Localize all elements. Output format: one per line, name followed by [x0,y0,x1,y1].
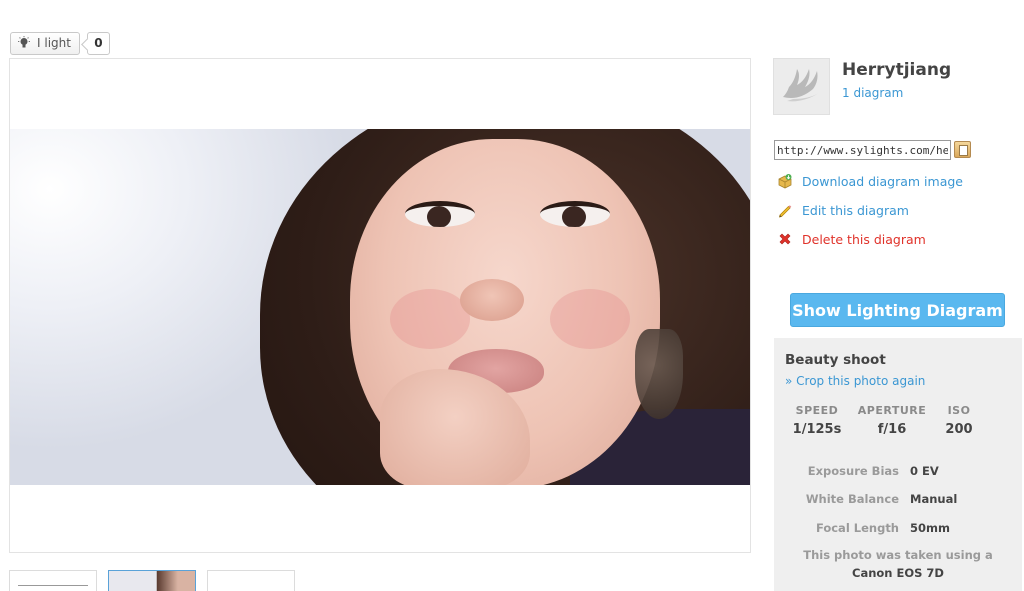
thumbnail-diagram[interactable] [9,570,97,591]
photo-info-panel: Beauty shoot » Crop this photo again SPE… [774,338,1022,591]
exif-value: 0 EV [910,464,939,478]
pencil-icon [776,201,794,219]
avatar[interactable] [773,58,830,115]
camera-note: This photo was taken using a [803,548,993,562]
download-box-icon [776,172,794,190]
delete-diagram-label: Delete this diagram [802,231,926,247]
like-label: I light [37,36,71,50]
speed-label: SPEED [795,404,839,417]
photo-nose [460,279,524,321]
avatar-wings-icon [782,68,819,101]
exif-row: Exposure Bias 0 EV [774,464,1022,480]
crop-photo-link[interactable]: » Crop this photo again [785,374,925,388]
aperture-value: f/16 [877,422,907,437]
like-widget: I light 0 [10,31,110,55]
camera-model: Canon EOS 7D [852,566,944,580]
photo-frame [9,58,751,553]
diagram-count-link[interactable]: 1 diagram [842,86,903,100]
photo-cheek [390,289,470,349]
thumbnail-photo-selected[interactable] [108,570,196,591]
photo-eye [540,201,610,227]
speed-value: 1/125s [792,422,842,437]
like-count: 0 [86,31,110,55]
download-diagram-label: Download diagram image [802,173,963,189]
delete-diagram-link[interactable]: Delete this diagram [776,229,926,249]
lightbulb-icon [18,36,30,48]
main-photo[interactable] [10,129,750,485]
exif-key: White Balance [805,492,899,506]
exif-row: Focal Length 50mm [774,521,1022,537]
iso-label: ISO [947,404,971,417]
edit-diagram-link[interactable]: Edit this diagram [776,200,909,220]
red-x-icon [776,230,794,248]
like-button[interactable]: I light [10,31,80,55]
user-name[interactable]: Herrytjiang [842,60,951,80]
edit-diagram-label: Edit this diagram [802,202,909,218]
aperture-label: APERTURE [857,404,927,417]
photo-eye [405,201,475,227]
thumbnail-empty[interactable] [207,570,295,591]
exif-key: Exposure Bias [807,464,899,478]
exif-key: Focal Length [815,521,899,535]
shoot-title: Beauty shoot [785,352,886,368]
exif-value: Manual [910,492,958,506]
show-lighting-diagram-button[interactable]: Show Lighting Diagram [790,293,1005,327]
exif-value: 50mm [910,521,950,535]
photo-cheek [550,289,630,349]
download-diagram-link[interactable]: Download diagram image [776,171,963,191]
exif-row: White Balance Manual [774,492,1022,508]
iso-value: 200 [945,422,973,437]
clipboard-icon[interactable] [954,141,971,158]
share-url-field[interactable] [774,140,951,160]
photo-earring [635,329,683,419]
